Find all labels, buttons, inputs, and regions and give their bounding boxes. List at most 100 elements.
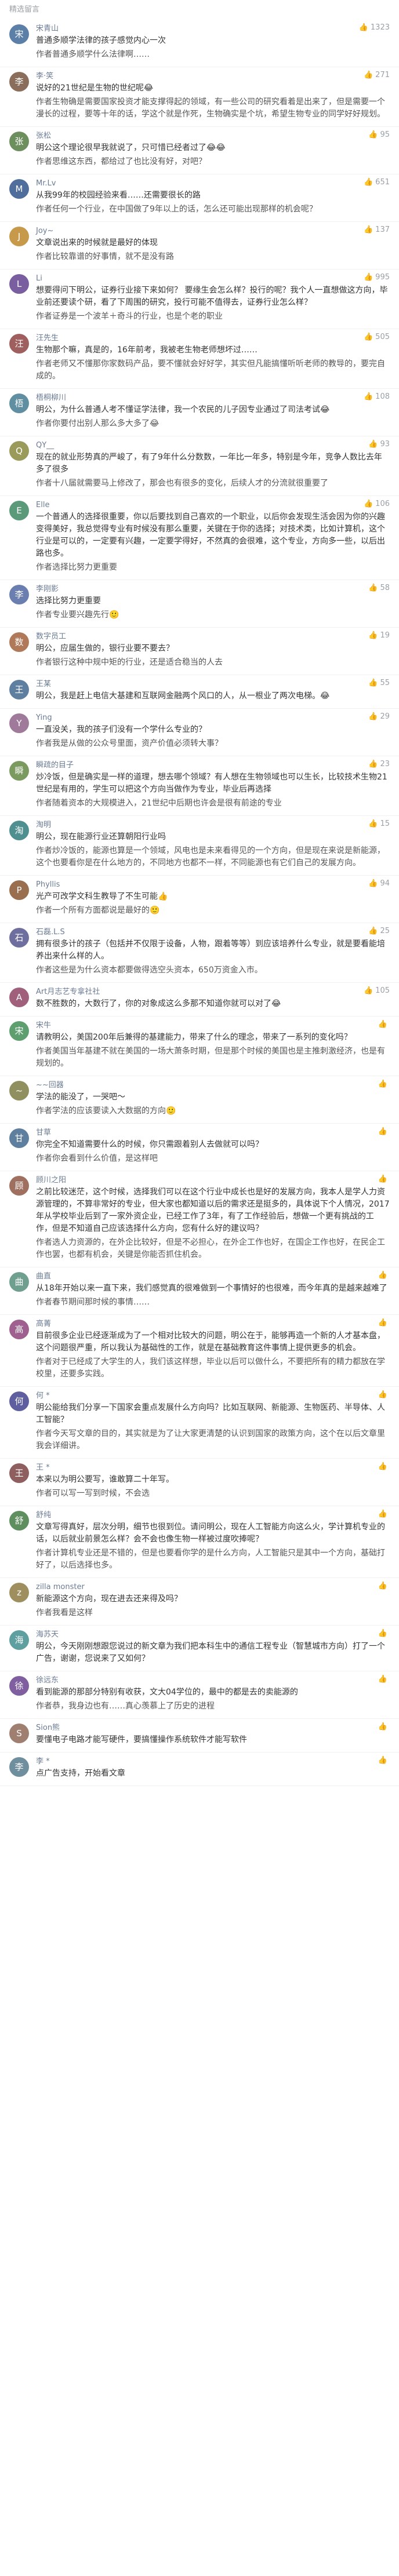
avatar[interactable]: Q [9, 441, 29, 461]
avatar[interactable]: P [9, 880, 29, 900]
comment-username[interactable]: 李·笑 [36, 71, 390, 82]
like-button[interactable]: 👍 [378, 1582, 390, 1590]
avatar[interactable]: 淘 [9, 821, 29, 840]
comment-username[interactable]: 顾川之阳 [36, 1175, 390, 1186]
avatar[interactable]: 汪 [9, 334, 29, 354]
like-button[interactable]: 👍 [378, 1271, 390, 1280]
like-button[interactable]: 👍 93 [368, 440, 390, 449]
comment-username[interactable]: Elle [36, 500, 390, 511]
avatar[interactable]: ~ [9, 1081, 29, 1101]
comment-username[interactable]: Ying [36, 712, 390, 724]
avatar[interactable]: 王 [9, 680, 29, 699]
comment-username[interactable]: Phyllis [36, 879, 390, 891]
comment-username[interactable]: 舒纯 [36, 1510, 390, 1521]
comment-username[interactable]: 梧桐柳川 [36, 392, 390, 404]
like-button[interactable]: 👍 58 [368, 584, 390, 592]
comment-username[interactable]: 王 * [36, 1462, 390, 1474]
comment-username[interactable]: 瞬疏的目子 [36, 760, 390, 771]
comment-username[interactable]: zilla monster [36, 1582, 390, 1593]
comment-username[interactable]: 徐远东 [36, 1675, 390, 1686]
like-button[interactable]: 👍 [378, 1629, 390, 1638]
like-button[interactable]: 👍 651 [364, 178, 390, 187]
like-button[interactable]: 👍 [378, 1756, 390, 1765]
avatar[interactable]: 顾 [9, 1176, 29, 1196]
like-button[interactable]: 👍 271 [364, 71, 390, 79]
like-button[interactable]: 👍 [378, 1390, 390, 1399]
comment-username[interactable]: ~~回器 [36, 1080, 390, 1091]
comment-username[interactable]: 汪先生 [36, 333, 390, 344]
avatar[interactable]: 王 [9, 1463, 29, 1483]
like-button[interactable]: 👍 25 [368, 927, 390, 935]
avatar[interactable]: 高 [9, 1320, 29, 1339]
like-button[interactable]: 👍 505 [364, 333, 390, 341]
comment-username[interactable]: Li [36, 273, 390, 285]
avatar[interactable]: 瞬 [9, 761, 29, 781]
comment-username[interactable]: 王某 [36, 679, 390, 690]
comment-username[interactable]: 李 * [36, 1756, 390, 1768]
like-button[interactable]: 👍 [378, 1318, 390, 1327]
avatar[interactable]: 海 [9, 1630, 29, 1650]
like-button[interactable]: 👍 105 [364, 986, 390, 995]
avatar[interactable]: 李 [9, 585, 29, 604]
like-button[interactable]: 👍 [378, 1020, 390, 1029]
comment-username[interactable]: 宋青山 [36, 23, 390, 35]
like-button[interactable]: 👍 1323 [359, 23, 390, 32]
comment-username[interactable]: 张松 [36, 130, 390, 142]
comment-username[interactable]: Mr.Lv [36, 178, 390, 190]
avatar[interactable]: 宋 [9, 24, 29, 44]
avatar[interactable]: z [9, 1583, 29, 1602]
like-button[interactable]: 👍 23 [368, 760, 390, 768]
avatar[interactable]: 甘 [9, 1128, 29, 1148]
avatar[interactable]: M [9, 179, 29, 199]
like-button[interactable]: 👍 94 [368, 879, 390, 888]
like-button[interactable]: 👍 19 [368, 631, 390, 640]
avatar[interactable]: A [9, 988, 29, 1007]
like-button[interactable]: 👍 106 [364, 500, 390, 508]
like-button[interactable]: 👍 [378, 1175, 390, 1183]
avatar[interactable]: 李 [9, 72, 29, 92]
comment-item: ~ ~~回器 👍 学法的能没了，一哭吧～ 作者学法的应该要读入大数据的方向🙂 [0, 1076, 399, 1124]
comment-username[interactable]: 宋牛 [36, 1020, 390, 1032]
like-button[interactable]: 👍 995 [364, 273, 390, 282]
avatar[interactable]: 石 [9, 928, 29, 948]
comment-username[interactable]: 甘草 [36, 1127, 390, 1139]
avatar[interactable]: 曲 [9, 1272, 29, 1292]
avatar[interactable]: 何 [9, 1391, 29, 1411]
like-button[interactable]: 👍 95 [368, 130, 390, 139]
comment-username[interactable]: 何 * [36, 1390, 390, 1402]
avatar[interactable]: 李 [9, 1757, 29, 1777]
avatar[interactable]: 张 [9, 132, 29, 151]
avatar[interactable]: 舒 [9, 1511, 29, 1531]
comment-username[interactable]: 海苏天 [36, 1629, 390, 1641]
comment-username[interactable]: 石磊.L.S [36, 927, 390, 938]
like-button[interactable]: 👍 137 [364, 225, 390, 234]
like-button[interactable]: 👍 [378, 1462, 390, 1471]
avatar[interactable]: J [9, 227, 29, 246]
like-button[interactable]: 👍 [378, 1510, 390, 1518]
like-button[interactable]: 👍 [378, 1675, 390, 1684]
comment-username[interactable]: 曲直 [36, 1271, 390, 1282]
comment-username[interactable]: Sion熊 [36, 1722, 390, 1734]
comment-username[interactable]: 高菁 [36, 1318, 390, 1330]
comment-username[interactable]: QY__ [36, 440, 390, 451]
like-button[interactable]: 👍 29 [368, 712, 390, 721]
comment-username[interactable]: 李刚影 [36, 584, 390, 595]
avatar[interactable]: 宋 [9, 1021, 29, 1041]
avatar[interactable]: L [9, 274, 29, 294]
like-button[interactable]: 👍 15 [368, 819, 390, 828]
like-button[interactable]: 👍 [378, 1722, 390, 1731]
avatar[interactable]: 梧 [9, 393, 29, 413]
comment-username[interactable]: Joy~ [36, 225, 390, 237]
comment-username[interactable]: 数字员工 [36, 631, 390, 643]
like-button[interactable]: 👍 [378, 1080, 390, 1088]
avatar[interactable]: S [9, 1724, 29, 1743]
comment-username[interactable]: 淘明 [36, 819, 390, 831]
like-button[interactable]: 👍 108 [364, 392, 390, 401]
like-button[interactable]: 👍 [378, 1127, 390, 1136]
avatar[interactable]: 徐 [9, 1676, 29, 1696]
comment-username[interactable]: Art月志艺专拿社社 [36, 986, 390, 998]
avatar[interactable]: Y [9, 713, 29, 733]
avatar[interactable]: 数 [9, 632, 29, 652]
like-button[interactable]: 👍 55 [368, 679, 390, 687]
avatar[interactable]: E [9, 501, 29, 520]
